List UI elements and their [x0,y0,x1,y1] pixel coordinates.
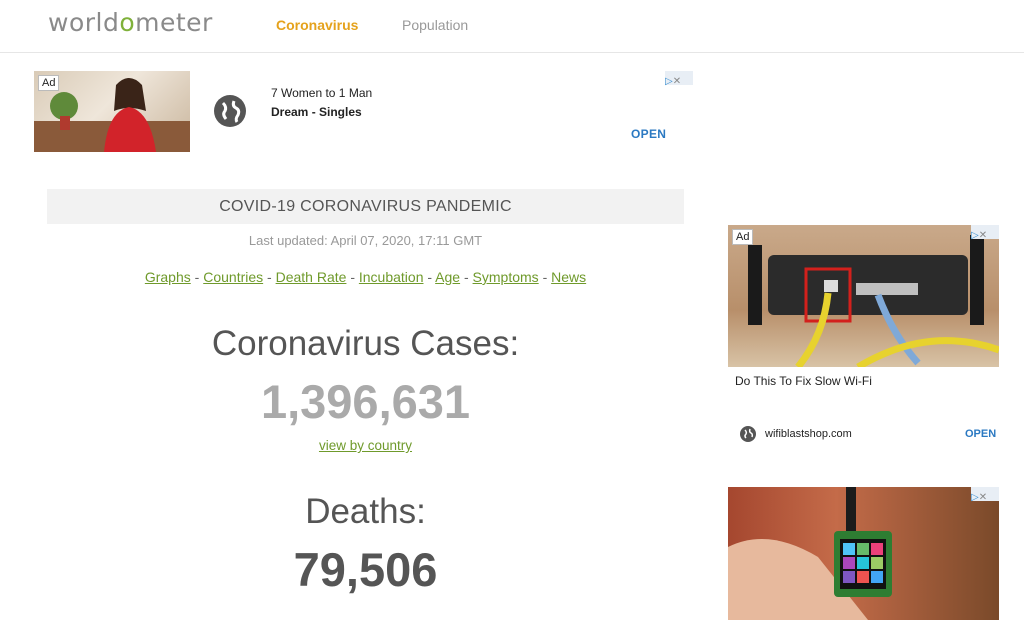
ad-headline[interactable]: 7 Women to 1 Man [271,86,372,100]
last-updated: Last updated: April 07, 2020, 17:11 GMT [248,233,483,248]
cases-count: 1,396,631 [260,375,471,428]
link-symptoms[interactable]: Symptoms [473,269,539,285]
separator: - [463,269,469,285]
cases-label: Coronavirus Cases: [211,324,520,363]
ad-domain[interactable]: wifiblastshop.com [765,428,852,440]
ad-headline[interactable]: Do This To Fix Slow Wi-Fi [735,374,872,388]
separator: - [542,269,548,285]
nav-coronavirus[interactable]: Coronavirus [276,17,358,33]
gadget-ad-image[interactable] [728,487,999,620]
separator: - [194,269,200,285]
worldometer-logo[interactable]: worldometer [48,8,213,37]
link-age[interactable]: Age [435,269,460,285]
deaths-label: Deaths: [305,492,426,531]
link-countries[interactable]: Countries [203,269,263,285]
link-news[interactable]: News [551,269,586,285]
deaths-count: 79,506 [293,543,438,596]
ad-open-button[interactable]: OPEN [631,127,666,141]
link-graphs[interactable]: Graphs [145,269,191,285]
ad-badge: Ad [732,229,754,245]
link-death-rate[interactable]: Death Rate [276,269,347,285]
nav-population[interactable]: Population [402,17,468,33]
link-incubation[interactable]: Incubation [359,269,424,285]
adchoices-icon[interactable]: ▷✕ [971,225,999,241]
view-by-country-link[interactable]: view by country [319,438,412,453]
ad-open-button[interactable]: OPEN [965,428,996,440]
separator: - [267,269,272,285]
globe-icon [214,95,246,127]
ad-subline[interactable]: Dream - Singles [271,105,362,119]
separator: - [350,269,355,285]
page-title: COVID-19 CORONAVIRUS PANDEMIC [219,198,512,215]
router-ad-image[interactable] [728,225,999,367]
globe-icon [740,426,756,442]
ad-badge: Ad [38,75,60,91]
section-links: Graphs - Countries - Death Rate - Incuba… [47,269,684,285]
view-by-country: view by country [47,438,684,453]
separator: - [427,269,433,285]
adchoices-icon[interactable]: ▷✕ [665,71,693,87]
adchoices-icon[interactable]: ▷✕ [971,487,999,503]
